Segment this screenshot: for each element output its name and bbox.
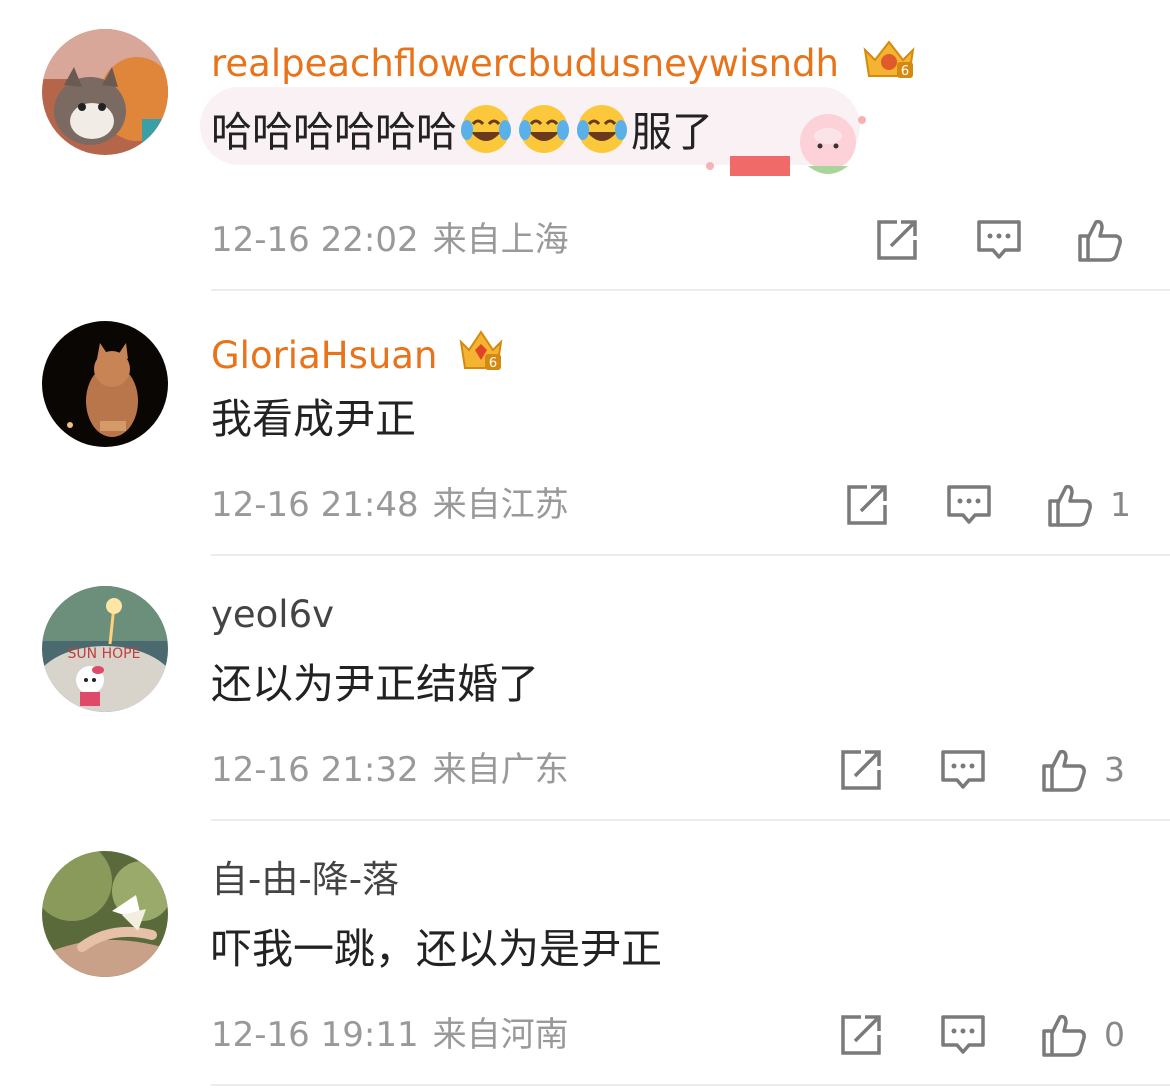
comment-text-main: 我看成尹正	[211, 395, 416, 443]
comment-meta: 12-16 21:32 来自广东	[211, 750, 569, 790]
username[interactable]: realpeachflowercbudusneywisndh 6	[211, 36, 917, 90]
avatar[interactable]	[42, 29, 168, 155]
avatar-text: SUN HOPE	[68, 646, 141, 662]
level-text: 6	[489, 356, 497, 371]
username[interactable]: GloriaHsuan 6	[211, 328, 503, 382]
like-icon[interactable]	[1040, 746, 1088, 794]
comment-meta: 12-16 21:48 来自江苏	[211, 485, 569, 525]
comment-text: 吓我一跳，还以为是尹正	[211, 924, 662, 974]
share-icon[interactable]	[843, 481, 891, 529]
like-count: 1	[1110, 485, 1131, 524]
like-icon[interactable]	[1046, 481, 1094, 529]
comment-icon[interactable]	[945, 481, 993, 529]
divider	[211, 289, 1170, 291]
laugh-cry-emoji	[461, 105, 511, 153]
like-count: 3	[1104, 750, 1125, 789]
share-icon[interactable]	[873, 216, 921, 264]
comment-text-main: 还以为尹正结婚了	[211, 660, 539, 708]
username-text[interactable]: yeol6v	[211, 593, 334, 636]
comment-text-suffix: 服了	[631, 108, 713, 156]
location: 来自上海	[432, 220, 569, 260]
avatar[interactable]	[42, 851, 168, 977]
comment-text: 哈哈哈哈哈哈 服了	[211, 102, 713, 157]
timestamp: 12-16 21:32	[211, 750, 419, 790]
divider	[211, 1084, 1170, 1086]
like-icon[interactable]	[1076, 216, 1124, 264]
timestamp: 12-16 19:11	[211, 1015, 419, 1055]
laugh-cry-emoji	[519, 105, 569, 153]
share-icon[interactable]	[837, 1011, 885, 1059]
username-text[interactable]: realpeachflowercbudusneywisndh	[211, 42, 839, 85]
comment-text-main: 吓我一跳，还以为是尹正	[211, 925, 662, 973]
location: 来自江苏	[432, 485, 569, 525]
comment-meta: 12-16 22:02 来自上海	[211, 220, 569, 260]
crown-badge-icon: 6	[459, 328, 503, 382]
username[interactable]: yeol6v	[211, 593, 334, 637]
peach-bubble-decoration	[706, 114, 866, 176]
comment-icon[interactable]	[975, 216, 1023, 264]
timestamp: 12-16 22:02	[211, 220, 419, 260]
share-icon[interactable]	[837, 746, 885, 794]
username-text[interactable]: GloriaHsuan	[211, 334, 437, 377]
comment-meta: 12-16 19:11 来自河南	[211, 1015, 569, 1055]
comment-text-main: 哈哈哈哈哈哈	[211, 108, 457, 156]
comment-icon[interactable]	[939, 1011, 987, 1059]
avatar[interactable]	[42, 321, 168, 447]
comment-text: 还以为尹正结婚了	[211, 659, 539, 709]
comment-text: 我看成尹正	[211, 394, 416, 444]
like-icon[interactable]	[1040, 1011, 1088, 1059]
location: 来自河南	[432, 1015, 569, 1055]
username-text[interactable]: 自-由-降-落	[211, 858, 399, 901]
level-text: 6	[901, 64, 909, 79]
like-count: 0	[1104, 1015, 1125, 1054]
comment-icon[interactable]	[939, 746, 987, 794]
username[interactable]: 自-由-降-落	[211, 858, 399, 902]
location: 来自广东	[432, 750, 569, 790]
timestamp: 12-16 21:48	[211, 485, 419, 525]
crown-badge-icon: 6	[861, 36, 917, 90]
avatar[interactable]: SUN HOPE	[42, 586, 168, 712]
divider	[211, 554, 1170, 556]
divider	[211, 819, 1170, 821]
laugh-cry-emoji	[577, 105, 627, 153]
